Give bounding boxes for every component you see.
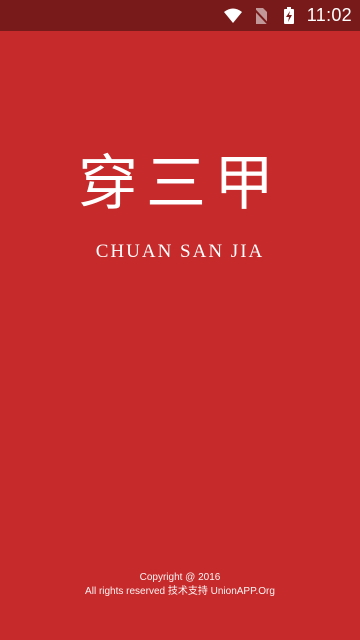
no-sim-icon (251, 6, 271, 26)
app-title: 穿三甲 (78, 149, 282, 219)
rights-line: All rights reserved 技术支持 UnionAPP.Org (85, 586, 275, 597)
wifi-icon (223, 6, 243, 26)
splash-screen: 穿三甲 CHUAN SAN JIA Copyright @ 2016 All r… (0, 31, 360, 640)
battery-charging-icon (279, 6, 299, 26)
copyright-footer: Copyright @ 2016 All rights reserved 技术支… (0, 571, 360, 599)
status-bar: 11:02 (0, 0, 360, 31)
app-subtitle: CHUAN SAN JIA (95, 241, 265, 262)
status-icons: 11:02 (223, 0, 352, 31)
copyright-line: Copyright @ 2016 (139, 572, 221, 583)
status-time: 11:02 (306, 5, 352, 25)
